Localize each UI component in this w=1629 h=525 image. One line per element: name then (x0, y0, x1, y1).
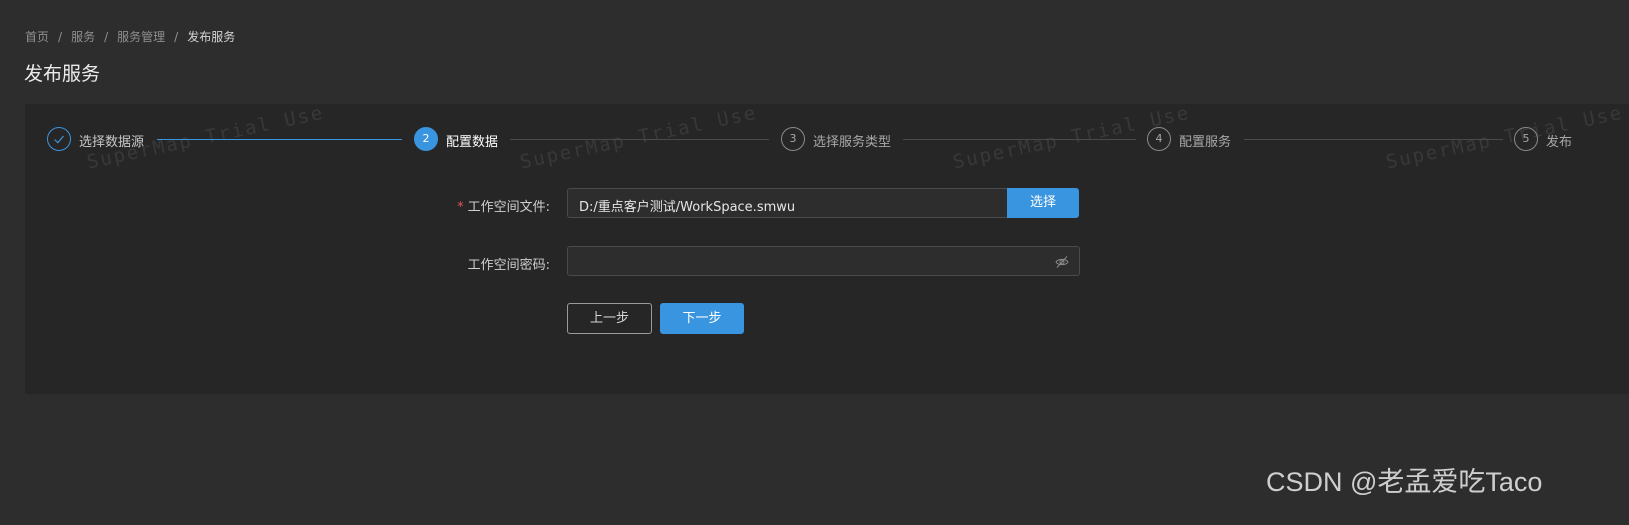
step-number: 2 (414, 127, 438, 151)
breadcrumb-separator: / (58, 30, 63, 44)
step-connector (510, 139, 769, 140)
breadcrumb-publish-service: 发布服务 (187, 30, 236, 44)
breadcrumb: 首页 / 服务 / 服务管理 / 发布服务 (25, 28, 235, 45)
next-step-button[interactable]: 下一步 (660, 303, 744, 334)
workspace-file-input[interactable]: D:/重点客户测试/WorkSpace.smwu (567, 188, 1007, 218)
step-connector (903, 139, 1136, 140)
step-title: 选择服务类型 (813, 135, 892, 150)
prev-step-button[interactable]: 上一步 (567, 303, 652, 334)
step-connector-done (157, 139, 402, 140)
wizard-actions: 上一步 下一步 (25, 303, 1629, 335)
workspace-password-row: 工作空间密码: (25, 246, 1629, 278)
breadcrumb-service[interactable]: 服务 (71, 30, 95, 44)
step-number: 5 (1514, 127, 1538, 151)
step-title: 选择数据源 (79, 135, 145, 150)
step-number: 4 (1147, 127, 1171, 151)
workspace-file-label-text: 工作空间文件: (467, 200, 550, 215)
step-connector (1244, 139, 1503, 140)
page-title: 发布服务 (24, 63, 101, 85)
step-number: 3 (781, 127, 805, 151)
step-title: 配置服务 (1179, 135, 1232, 150)
workspace-password-input[interactable] (567, 246, 1080, 276)
csdn-watermark: CSDN @老孟爱吃Taco (1266, 467, 1543, 497)
workspace-file-row: * 工作空间文件: D:/重点客户测试/WorkSpace.smwu 选择 (25, 188, 1629, 220)
workspace-password-label: 工作空间密码: (467, 258, 550, 273)
wizard-steps: 选择数据源 2 配置数据 3 选择服务类型 4 配置服务 5 发布 (25, 104, 1629, 164)
eye-hidden-icon[interactable] (1055, 255, 1069, 269)
publish-service-page: 首页 / 服务 / 服务管理 / 发布服务 发布服务 SuperMap Trial Use … (0, 0, 1629, 525)
required-mark: * (457, 200, 464, 215)
step-title: 配置数据 (446, 135, 499, 150)
step-title: 发布 (1546, 135, 1573, 150)
breadcrumb-separator: / (174, 30, 179, 44)
breadcrumb-separator: / (104, 30, 109, 44)
breadcrumb-home[interactable]: 首页 (25, 30, 49, 44)
breadcrumb-service-management[interactable]: 服务管理 (117, 30, 165, 44)
publish-wizard-panel: SuperMap Trial Use SuperMap Trial Use Su… (25, 104, 1629, 394)
workspace-file-label: * 工作空间文件: (457, 196, 550, 215)
step-check-icon (47, 127, 71, 151)
select-file-button[interactable]: 选择 (1007, 188, 1079, 218)
